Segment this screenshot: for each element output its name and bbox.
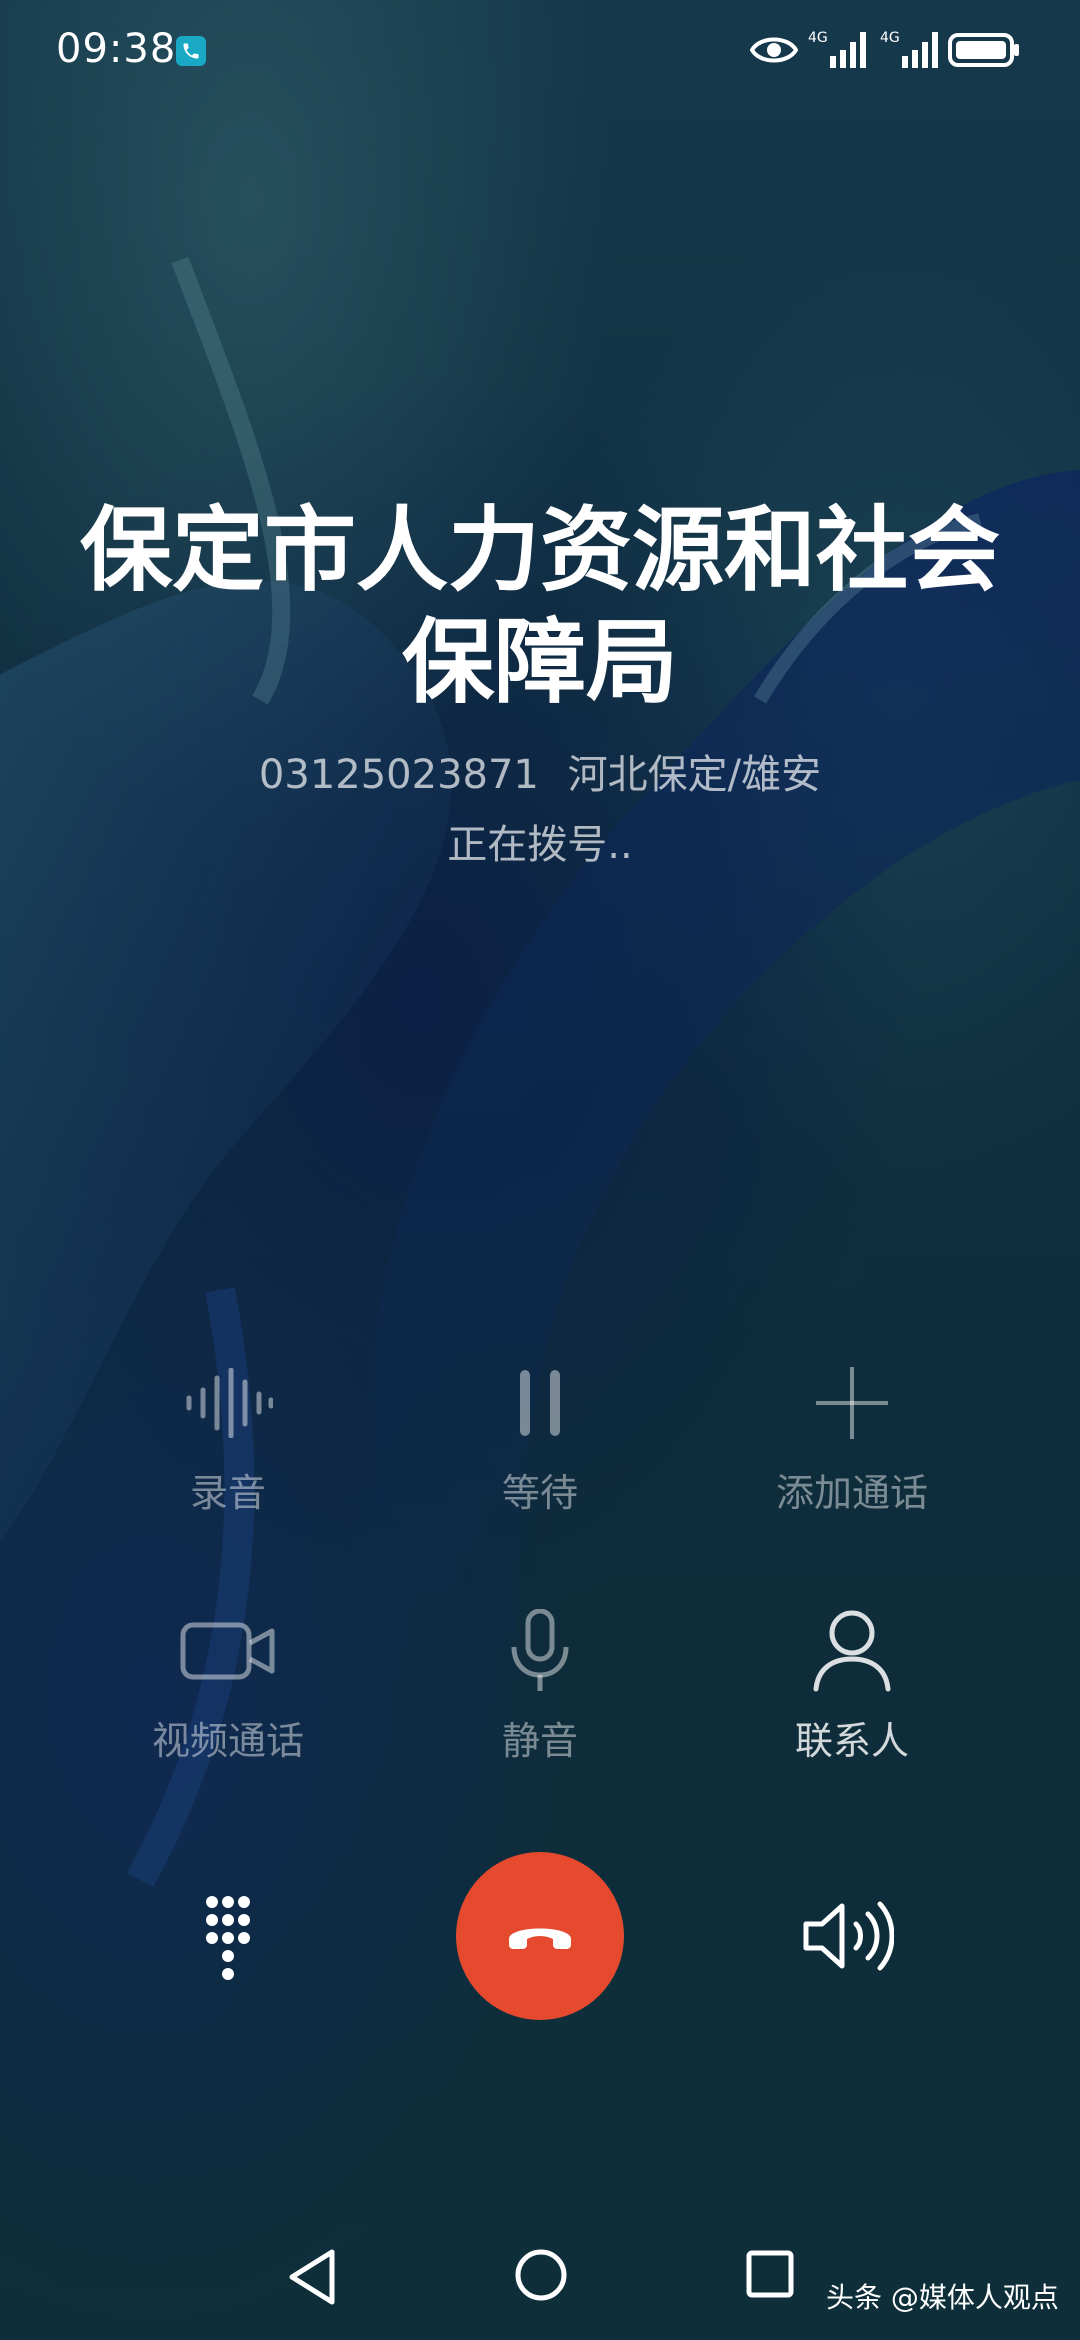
recents-icon[interactable] <box>746 2250 794 2302</box>
caller-location: 河北保定/雄安 <box>567 752 822 798</box>
hold-label: 等待 <box>501 1471 578 1515</box>
dialpad-icon[interactable] <box>178 1894 278 1988</box>
video-call-button[interactable]: 视频通话 <box>98 1606 358 1765</box>
end-call-button[interactable] <box>456 1852 624 2020</box>
pause-icon <box>410 1358 670 1448</box>
video-camera-icon <box>98 1606 358 1696</box>
home-icon[interactable] <box>514 2248 568 2306</box>
mute-label: 静音 <box>501 1719 578 1763</box>
signal-icon: 4G <box>880 28 946 74</box>
call-status: 正在拨号.. <box>447 822 633 868</box>
status-bar: 09:38 4G 4G <box>0 0 1080 100</box>
video-call-label: 视频通话 <box>151 1719 304 1763</box>
add-call-button[interactable]: 添加通话 <box>722 1358 982 1517</box>
contacts-button[interactable]: 联系人 <box>722 1606 982 1765</box>
mute-button[interactable]: 静音 <box>410 1606 670 1765</box>
end-call-icon <box>509 1928 571 1949</box>
waveform-icon <box>98 1358 358 1448</box>
add-call-label: 添加通话 <box>775 1471 928 1515</box>
contacts-label: 联系人 <box>794 1719 909 1763</box>
watermark: 头条 @媒体人观点 <box>826 2281 1059 2314</box>
status-time: 09:38 <box>56 26 177 72</box>
record-label: 录音 <box>189 1471 266 1515</box>
microphone-icon <box>410 1606 670 1696</box>
call-actions <box>0 1852 1080 2022</box>
network-label-2: 4G <box>880 30 900 46</box>
network-label-1: 4G <box>808 30 828 46</box>
speaker-icon[interactable] <box>802 1896 895 1980</box>
plus-icon <box>722 1358 982 1448</box>
caller-number: 03125023871 <box>258 752 539 798</box>
eye-icon <box>749 32 799 72</box>
person-icon <box>722 1606 982 1696</box>
navigation-bar: 头条 @媒体人观点 <box>0 2240 1080 2340</box>
back-icon[interactable] <box>286 2248 338 2310</box>
battery-icon <box>948 32 1022 72</box>
record-button[interactable]: 录音 <box>98 1358 358 1517</box>
hold-button[interactable]: 等待 <box>410 1358 670 1517</box>
phone-icon <box>176 36 206 66</box>
caller-name: 保定市人力资源和社会保障局 <box>79 497 1000 716</box>
signal-icon: 4G <box>808 28 874 74</box>
caller-details: 03125023871 河北保定/雄安 <box>0 742 1080 800</box>
